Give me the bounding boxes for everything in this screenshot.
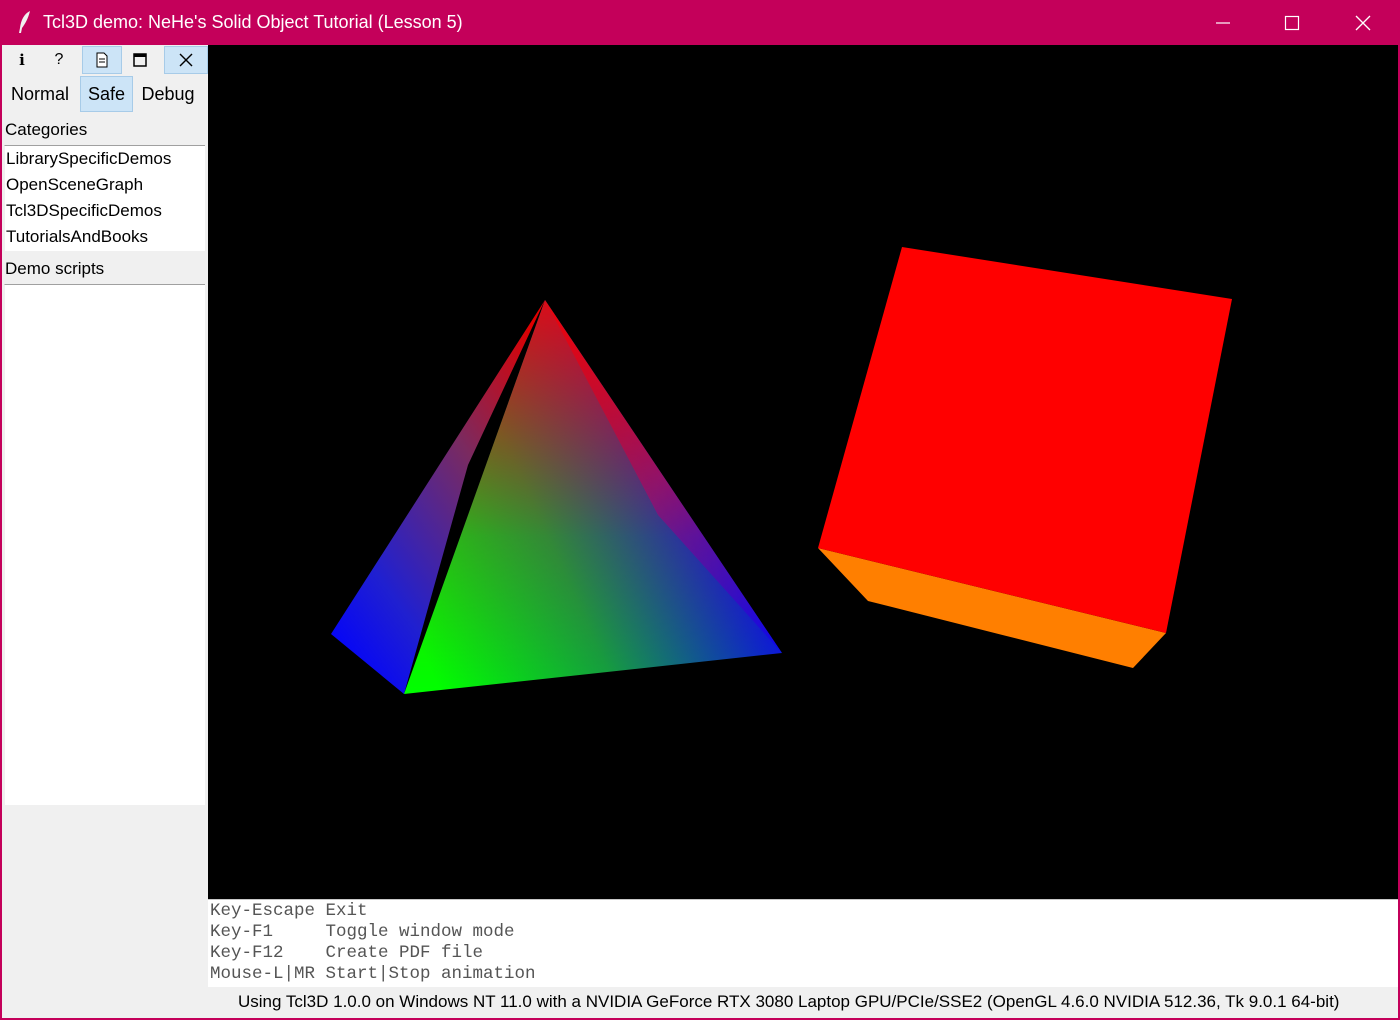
mode-normal-button[interactable]: Normal xyxy=(6,76,74,112)
status-bar: Using Tcl3D 1.0.0 on Windows NT 11.0 wit… xyxy=(238,992,1340,1011)
document-icon xyxy=(96,52,108,68)
minimize-icon xyxy=(1216,21,1230,24)
help-line: Key-F1 Toggle window mode xyxy=(210,922,515,942)
demo-scripts-label: Demo scripts xyxy=(5,259,105,278)
maximize-window-icon xyxy=(1284,15,1300,30)
demo-scripts-list[interactable] xyxy=(4,284,205,805)
pyramid-top-shade xyxy=(404,300,782,694)
category-item[interactable]: OpenSceneGraph xyxy=(5,172,205,198)
pyramid xyxy=(331,300,782,694)
fullscreen-button[interactable] xyxy=(120,46,160,74)
category-item[interactable]: Tcl3DSpecificDemos xyxy=(5,198,205,224)
left-panel: i ? Normal Safe Debug Categories Library… xyxy=(2,45,208,1018)
minimize-button[interactable] xyxy=(1188,0,1258,45)
help-button[interactable]: ? xyxy=(39,46,79,74)
opengl-viewport[interactable] xyxy=(208,45,1398,899)
mode-safe-button[interactable]: Safe xyxy=(80,76,133,112)
cube xyxy=(818,247,1232,668)
source-button[interactable] xyxy=(82,46,122,74)
mode-selector: Normal Safe Debug xyxy=(2,75,208,113)
category-item[interactable]: TutorialsAndBooks xyxy=(5,224,205,250)
help-line: Key-F12 Create PDF file xyxy=(210,943,484,963)
maximize-icon xyxy=(133,53,147,67)
categories-label: Categories xyxy=(5,120,88,139)
help-icon: ? xyxy=(54,51,64,68)
client-area: i ? Normal Safe Debug Categories Library… xyxy=(2,45,1398,1018)
close-window-button[interactable] xyxy=(1328,0,1398,45)
info-button[interactable]: i xyxy=(2,46,42,74)
close-icon xyxy=(179,53,193,67)
close-demo-button[interactable] xyxy=(164,46,208,74)
help-line: Mouse-L|MR Start|Stop animation xyxy=(210,964,536,984)
mode-debug-button[interactable]: Debug xyxy=(136,76,200,112)
category-item[interactable]: LibrarySpecificDemos xyxy=(5,146,205,172)
close-window-icon xyxy=(1355,15,1371,30)
categories-list[interactable]: LibrarySpecificDemos OpenSceneGraph Tcl3… xyxy=(4,145,205,251)
toolbar: i ? xyxy=(2,45,208,75)
maximize-button[interactable] xyxy=(1257,0,1327,45)
window-title: Tcl3D demo: NeHe's Solid Object Tutorial… xyxy=(43,12,463,32)
title-bar: Tcl3D demo: NeHe's Solid Object Tutorial… xyxy=(0,0,1400,45)
help-line: Key-Escape Exit xyxy=(210,901,368,921)
feather-icon xyxy=(19,11,30,33)
scene-canvas xyxy=(331,247,1232,694)
info-icon: i xyxy=(19,51,25,69)
help-text-panel: Key-Escape Exit Key-F1 Toggle window mod… xyxy=(208,899,1398,987)
